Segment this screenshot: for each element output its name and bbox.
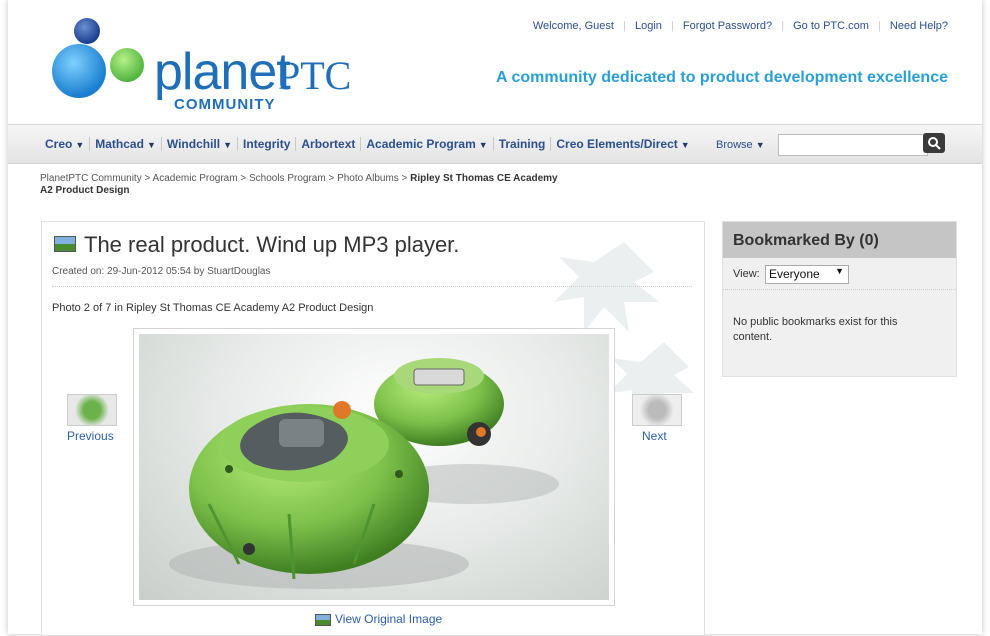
image-icon [54, 236, 76, 253]
view-filter-select[interactable]: Everyone ▼ [765, 265, 849, 284]
nav-item-creo-elements-direct[interactable]: Creo Elements/Direct ▼ [551, 137, 694, 151]
photo-position-text: Photo 2 of 7 in Ripley St Thomas CE Acad… [52, 302, 374, 314]
search-icon [928, 137, 941, 150]
welcome-text: Welcome, Guest [532, 20, 614, 32]
image-icon [315, 613, 331, 626]
search-button[interactable] [923, 133, 945, 153]
logo-text: planet [154, 43, 291, 101]
nav-item-arbortext[interactable]: Arbortext [296, 137, 362, 151]
logo-ptc-text: PTC [278, 53, 352, 98]
no-bookmarks-message: No public bookmarks exist for this conte… [733, 316, 898, 343]
bookmarks-title: Bookmarked By (0) [733, 232, 879, 249]
photo-frame [133, 328, 615, 606]
tagline: A community dedicated to product develop… [496, 69, 948, 86]
search-input[interactable] [778, 134, 928, 156]
mp3-player-illustration [169, 358, 559, 589]
breadcrumb: PlanetPTC Community > Academic Program >… [40, 173, 560, 197]
go-to-ptc-link[interactable]: Go to PTC.com [793, 20, 869, 32]
planetptc-logo[interactable]: planet PTC COMMUNITY [42, 8, 372, 118]
photo-title: The real product. Wind up MP3 player. [54, 232, 459, 258]
nav-item-training[interactable]: Training [494, 137, 552, 151]
photo-content-panel: The real product. Wind up MP3 player. Cr… [41, 221, 705, 636]
need-help-link[interactable]: Need Help? [890, 20, 948, 32]
nav-item-mathcad[interactable]: Mathcad ▼ [90, 137, 162, 151]
browse-menu[interactable]: Browse ▼ [716, 139, 765, 151]
divider [52, 286, 692, 287]
nav-item-integrity[interactable]: Integrity [238, 137, 297, 151]
created-info: Created on: 29-Jun-2012 05:54 by StuartD… [52, 266, 271, 277]
chevron-down-icon: ▼ [835, 266, 844, 276]
view-label: View: [733, 268, 760, 280]
caret-down-icon: ▼ [146, 140, 156, 150]
top-links: Welcome, Guest | Login | Forgot Password… [532, 20, 948, 32]
divider [723, 289, 956, 290]
nav-items: Creo ▼ Mathcad ▼ Windchill ▼ Integrity Arbortex… [40, 137, 695, 151]
nav-item-windchill[interactable]: Windchill ▼ [162, 137, 239, 151]
site-header: planet PTC COMMUNITY Welcome, Guest | Lo… [8, 0, 982, 122]
mp3-player-photo[interactable] [139, 334, 609, 600]
previous-thumbnail[interactable] [67, 394, 117, 426]
caret-down-icon: ▼ [75, 140, 85, 150]
logo-bubble-blue-icon [52, 44, 106, 98]
forgot-password-link[interactable]: Forgot Password? [683, 20, 772, 32]
logo-bubble-dark-icon [74, 18, 100, 44]
next-link[interactable]: Next [642, 429, 667, 443]
nav-item-creo[interactable]: Creo ▼ [40, 137, 91, 151]
logo-bubble-green-icon [110, 48, 144, 82]
logo-community-text: COMMUNITY [174, 96, 276, 113]
bookmarks-header: Bookmarked By (0) [723, 222, 956, 258]
login-link[interactable]: Login [635, 20, 662, 32]
caret-down-icon: ▼ [680, 140, 690, 150]
breadcrumb-path[interactable]: PlanetPTC Community > Academic Program >… [40, 173, 407, 184]
nav-item-academic-program[interactable]: Academic Program ▼ [361, 137, 494, 151]
caret-down-icon: ▼ [755, 140, 765, 150]
main-nav: Creo ▼ Mathcad ▼ Windchill ▼ Integrity Arbortex… [8, 124, 982, 164]
previous-link[interactable]: Previous [67, 429, 114, 443]
next-thumbnail[interactable] [632, 394, 682, 426]
caret-down-icon: ▼ [478, 140, 488, 150]
bookmarks-sidebar: Bookmarked By (0) View: Everyone ▼ No pu… [722, 221, 957, 377]
view-original-image-link[interactable]: View Original Image [315, 612, 442, 626]
caret-down-icon: ▼ [223, 140, 233, 150]
